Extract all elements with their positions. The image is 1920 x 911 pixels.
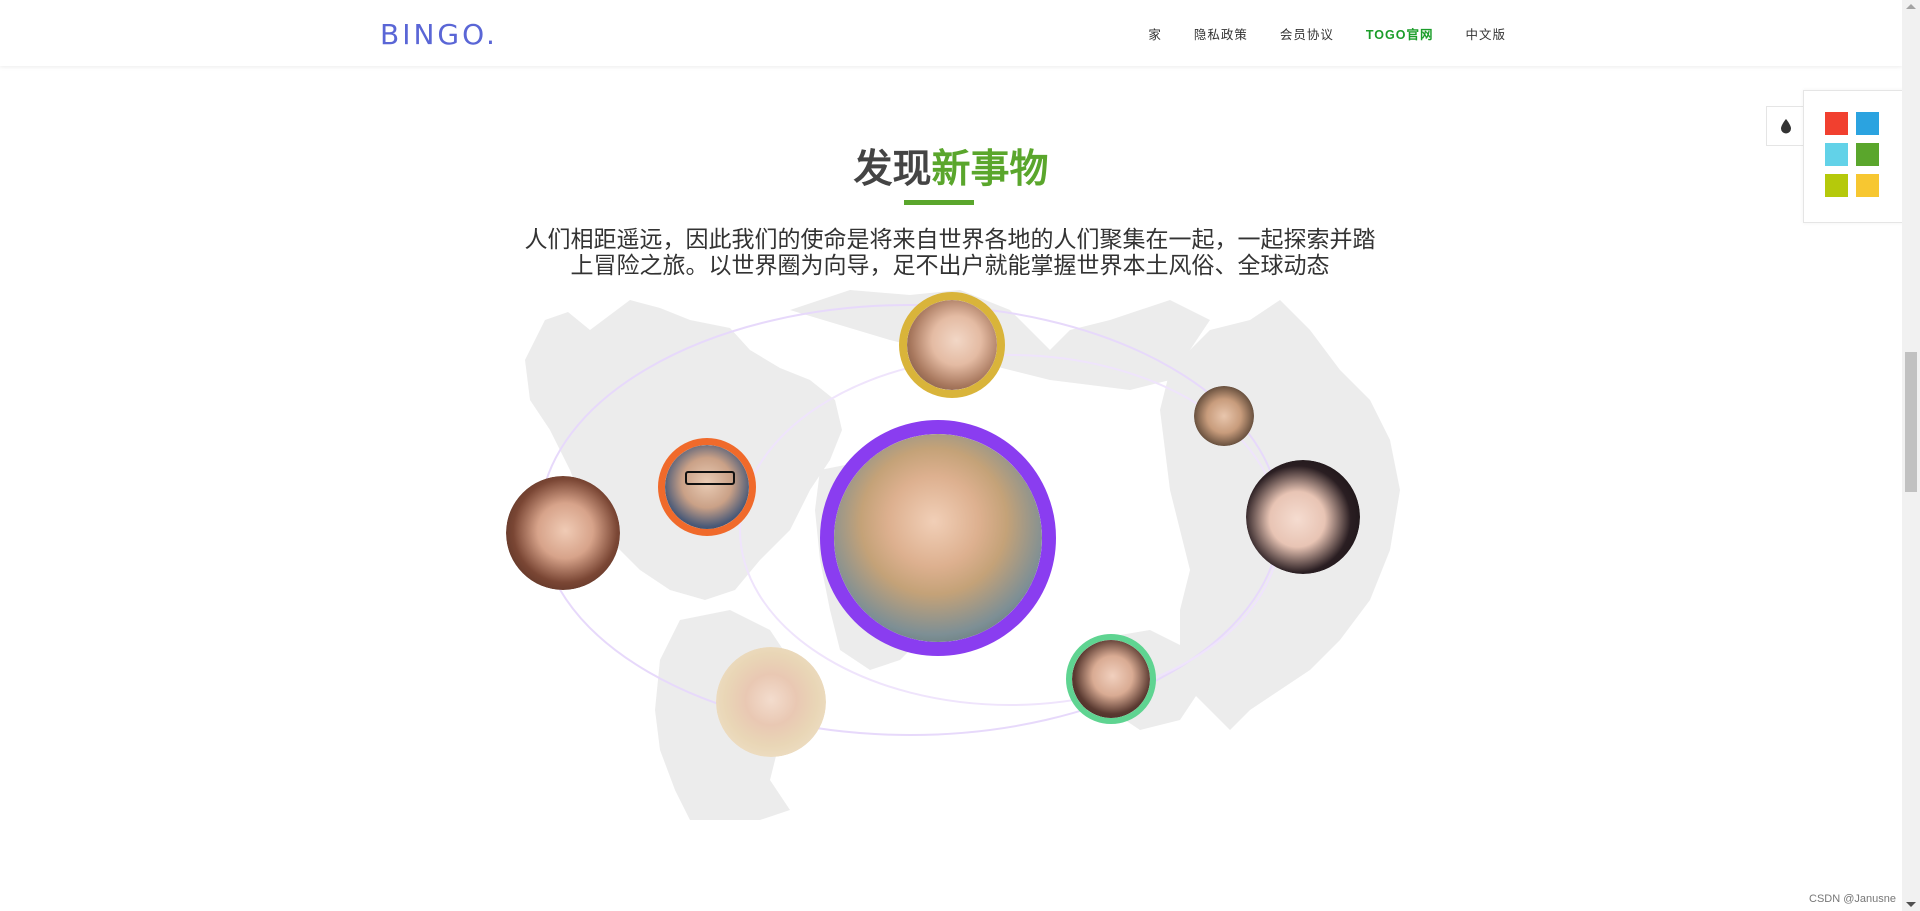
swatch-lime[interactable]: [1825, 174, 1848, 197]
world-map-illustration: [490, 290, 1410, 820]
theme-panel-toggle[interactable]: [1766, 106, 1805, 146]
scroll-down-arrow[interactable]: [1906, 902, 1916, 907]
nav-item-togo-site[interactable]: TOGO官网: [1366, 24, 1434, 43]
avatar-woman-center: [820, 420, 1056, 656]
section-subtitle: 人们相距遥远，因此我们的使命是将来自世界各地的人们聚集在一起，一起探索并踏 上冒…: [500, 226, 1400, 278]
avatar-woman-right: [1246, 460, 1360, 574]
drop-icon: [1781, 119, 1791, 134]
swatch-blue[interactable]: [1856, 112, 1879, 135]
avatar-woman-left: [506, 476, 620, 590]
nav-item-chinese[interactable]: 中文版: [1465, 24, 1506, 43]
nav-item-membership[interactable]: 会员协议: [1280, 24, 1334, 43]
title-underline: [904, 200, 974, 205]
swatch-red[interactable]: [1825, 112, 1848, 135]
main-nav: 家 隐私政策 会员协议 TOGO官网 中文版: [1116, 24, 1506, 43]
section-title: 发现新事物: [0, 138, 1902, 194]
page-scrollbar[interactable]: [1902, 0, 1920, 911]
nav-item-privacy[interactable]: 隐私政策: [1194, 24, 1248, 43]
logo[interactable]: BINGO.: [380, 18, 498, 51]
header-bar: BINGO. 家 隐私政策 会员协议 TOGO官网 中文版: [0, 0, 1902, 66]
swatch-cyan[interactable]: [1825, 143, 1848, 166]
swatch-yellow[interactable]: [1856, 174, 1879, 197]
swatch-green[interactable]: [1856, 143, 1879, 166]
nav-item-home[interactable]: 家: [1148, 24, 1162, 43]
section-title-dark: 发现: [853, 148, 932, 191]
subtitle-line-2: 上冒险之旅。以世界圈为向导，足不出户就能掌握世界本土风俗、全球动态: [570, 252, 1330, 278]
scroll-thumb[interactable]: [1905, 352, 1917, 492]
avatar-woman-top: [899, 292, 1005, 398]
avatar-man-glasses: [658, 438, 756, 536]
avatar-woman-blonde: [716, 647, 826, 757]
avatar-man-right: [1194, 386, 1254, 446]
section-title-accent: 新事物: [931, 148, 1049, 191]
theme-color-panel: [1803, 90, 1904, 223]
subtitle-line-1: 人们相距遥远，因此我们的使命是将来自世界各地的人们聚集在一起，一起探索并踏: [524, 226, 1376, 252]
scroll-up-arrow[interactable]: [1906, 4, 1916, 9]
avatar-woman-bottom-right: [1066, 634, 1156, 724]
watermark: CSDN @Janusne: [1809, 893, 1896, 905]
